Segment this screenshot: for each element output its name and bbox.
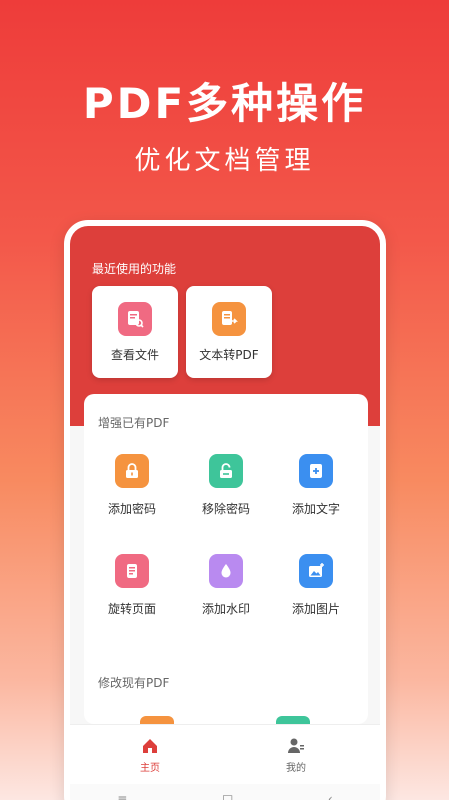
- tool-remove-password[interactable]: 移除密码: [186, 454, 266, 517]
- recent-item-label: 文本转PDF: [199, 347, 259, 362]
- recent-item-label: 查看文件: [110, 347, 159, 362]
- tool-label: 添加文字: [291, 502, 340, 516]
- unlock-icon: [209, 454, 243, 488]
- tab-mine[interactable]: 我的: [266, 737, 326, 774]
- tool-label: 添加水印: [201, 602, 250, 616]
- add-text-icon: [299, 454, 333, 488]
- bottom-tab-bar: 主页 我的: [70, 724, 380, 784]
- phone-mockup: 最近使用的功能 查看文件 文本转PDF 增强已有PDF 添加密码 移除密码 添加…: [64, 220, 386, 800]
- profile-icon: [288, 738, 304, 753]
- recent-view-file-card[interactable]: 查看文件: [92, 286, 178, 378]
- tool-add-watermark[interactable]: 添加水印: [186, 554, 266, 617]
- tab-home[interactable]: 主页: [120, 737, 180, 774]
- recent-text-to-pdf-card[interactable]: 文本转PDF: [186, 286, 272, 378]
- tool-label: 添加密码: [107, 502, 156, 516]
- back-nav-button[interactable]: ‹: [328, 792, 333, 800]
- tool-add-text[interactable]: 添加文字: [276, 454, 356, 517]
- tool-add-image[interactable]: 添加图片: [276, 554, 356, 617]
- tool-label: 添加图片: [291, 602, 340, 616]
- tool-add-password[interactable]: 添加密码: [92, 454, 172, 517]
- home-nav-button[interactable]: □: [222, 792, 233, 800]
- tab-label: 我的: [286, 763, 306, 774]
- hero-subtitle: 优化文档管理: [134, 146, 315, 176]
- menu-nav-button[interactable]: ≡: [117, 792, 127, 800]
- enhance-section-label: 增强已有PDF: [98, 416, 170, 430]
- home-icon: [143, 739, 157, 753]
- tool-label: 旋转页面: [107, 602, 156, 616]
- modify-section-label: 修改现有PDF: [98, 676, 170, 690]
- recent-section-label: 最近使用的功能: [92, 262, 177, 276]
- view-file-icon: [118, 301, 152, 336]
- text-to-pdf-icon: [212, 301, 246, 336]
- watermark-drop-icon: [209, 554, 243, 588]
- add-image-icon: [299, 554, 333, 588]
- hero-title: PDF多种操作: [82, 79, 367, 128]
- tab-label: 主页: [140, 763, 160, 774]
- rotate-page-icon: [115, 554, 149, 588]
- system-nav-bar: ≡ □ ‹: [70, 784, 380, 800]
- tools-panel: 增强已有PDF 添加密码 移除密码 添加文字 旋转页面 添加水印 添加图片 修改…: [84, 394, 368, 726]
- lock-icon: [115, 454, 149, 488]
- tool-label: 移除密码: [201, 502, 250, 516]
- tool-rotate-page[interactable]: 旋转页面: [92, 554, 172, 617]
